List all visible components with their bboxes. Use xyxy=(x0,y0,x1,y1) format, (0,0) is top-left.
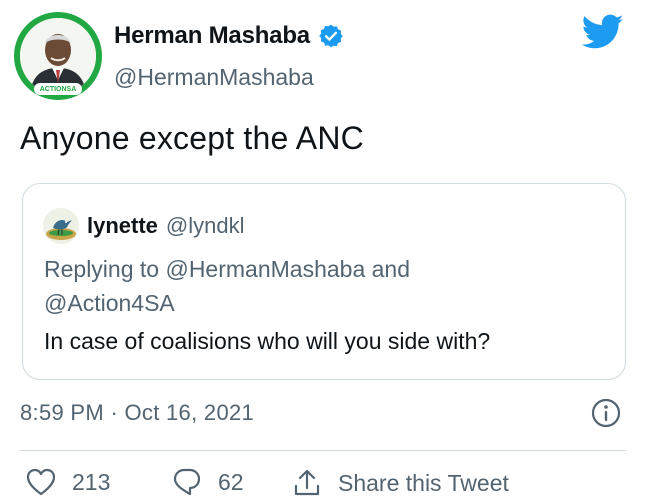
like-button[interactable]: 213 xyxy=(26,468,110,496)
author-handle[interactable]: @HermanMashaba xyxy=(114,64,314,91)
quoted-author-avatar[interactable] xyxy=(43,208,79,244)
bird-avatar-image xyxy=(43,208,79,244)
share-icon xyxy=(294,469,320,496)
avatar-badge-label: ACTIONSA xyxy=(39,85,77,93)
tweet-timestamp[interactable]: 8:59 PM · Oct 16, 2021 xyxy=(20,400,254,426)
tweet-actions-bar: 213 62 Share this Tweet xyxy=(26,468,626,504)
tweet-header: ACTIONSA Herman Mashaba @HermanMashaba xyxy=(14,12,638,102)
reply-and: and xyxy=(365,256,411,282)
reply-prefix: Replying to xyxy=(44,256,166,282)
verified-badge-icon xyxy=(318,23,344,49)
like-count: 213 xyxy=(72,468,111,495)
author-display-name[interactable]: Herman Mashaba xyxy=(114,22,310,50)
twitter-bird-icon[interactable] xyxy=(582,14,624,50)
share-label: Share this Tweet xyxy=(338,469,509,496)
quoted-tweet-text: In case of coalisions who will you side … xyxy=(44,328,491,354)
quoted-tweet-card[interactable]: lynette @lyndkl Replying to @HermanMasha… xyxy=(22,183,626,380)
author-avatar[interactable]: ACTIONSA xyxy=(14,12,102,100)
author-name-row: Herman Mashaba xyxy=(114,22,344,50)
info-icon[interactable] xyxy=(590,397,622,429)
quoted-tweet-header: lynette @lyndkl xyxy=(43,208,245,244)
quoted-author-handle[interactable]: @lyndkl xyxy=(166,213,245,239)
reply-button[interactable]: 62 xyxy=(172,468,244,496)
quoted-author-name[interactable]: lynette xyxy=(87,213,158,239)
tweet-text: Anyone except the ANC xyxy=(20,120,364,156)
reply-mention-1[interactable]: @HermanMashaba xyxy=(165,256,365,282)
heart-icon xyxy=(26,468,56,496)
replying-to-line: Replying to @HermanMashaba and @Action4S… xyxy=(44,252,604,320)
reply-count: 62 xyxy=(218,468,244,495)
reply-mention-2[interactable]: @Action4SA xyxy=(44,290,175,316)
avatar-badge: ACTIONSA xyxy=(34,83,82,95)
reply-bubble-icon xyxy=(173,468,201,496)
actions-divider xyxy=(20,450,626,451)
share-tweet-button[interactable]: Share this Tweet xyxy=(292,468,509,498)
